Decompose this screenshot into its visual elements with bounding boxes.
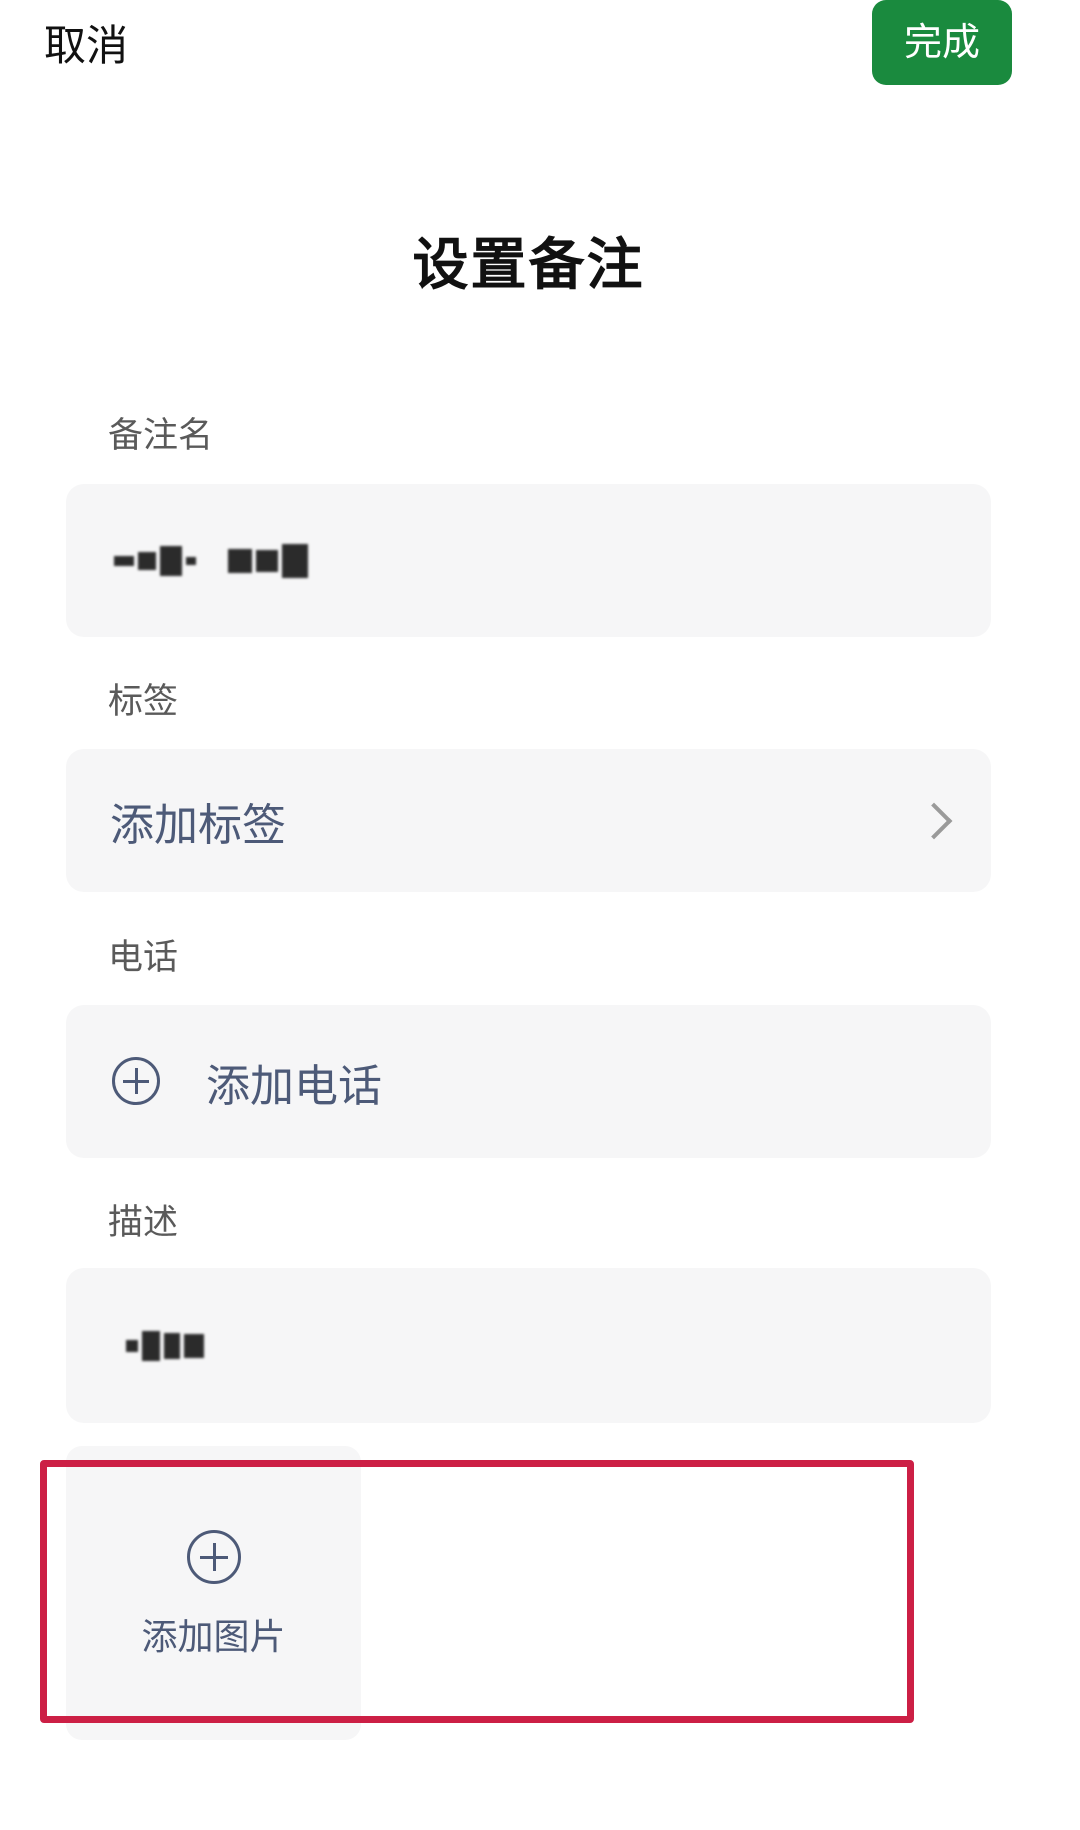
phone-label: 电话 <box>108 938 179 978</box>
remark-name-label: 备注名 <box>108 416 214 456</box>
tags-label: 标签 <box>108 682 179 722</box>
chevron-right-icon <box>915 802 953 839</box>
cancel-button[interactable]: 取消 <box>44 18 128 74</box>
description-input[interactable] <box>66 1268 991 1423</box>
page-title: 设置备注 <box>412 233 645 298</box>
remark-name-value-redacted <box>114 484 308 637</box>
description-value-redacted <box>126 1268 204 1423</box>
description-label: 描述 <box>108 1203 179 1243</box>
plus-circle-icon <box>112 1057 160 1105</box>
remark-name-input[interactable] <box>66 484 991 637</box>
add-phone-text: 添加电话 <box>206 1060 382 1112</box>
plus-circle-icon <box>187 1530 241 1584</box>
add-phone-row[interactable]: 添加电话 <box>66 1005 991 1158</box>
add-tag-text: 添加标签 <box>110 799 286 851</box>
add-image-text: 添加图片 <box>141 1617 286 1658</box>
done-button[interactable]: 完成 <box>872 0 1012 85</box>
add-image-button[interactable]: 添加图片 <box>66 1446 361 1740</box>
add-tag-row[interactable]: 添加标签 <box>66 749 991 892</box>
